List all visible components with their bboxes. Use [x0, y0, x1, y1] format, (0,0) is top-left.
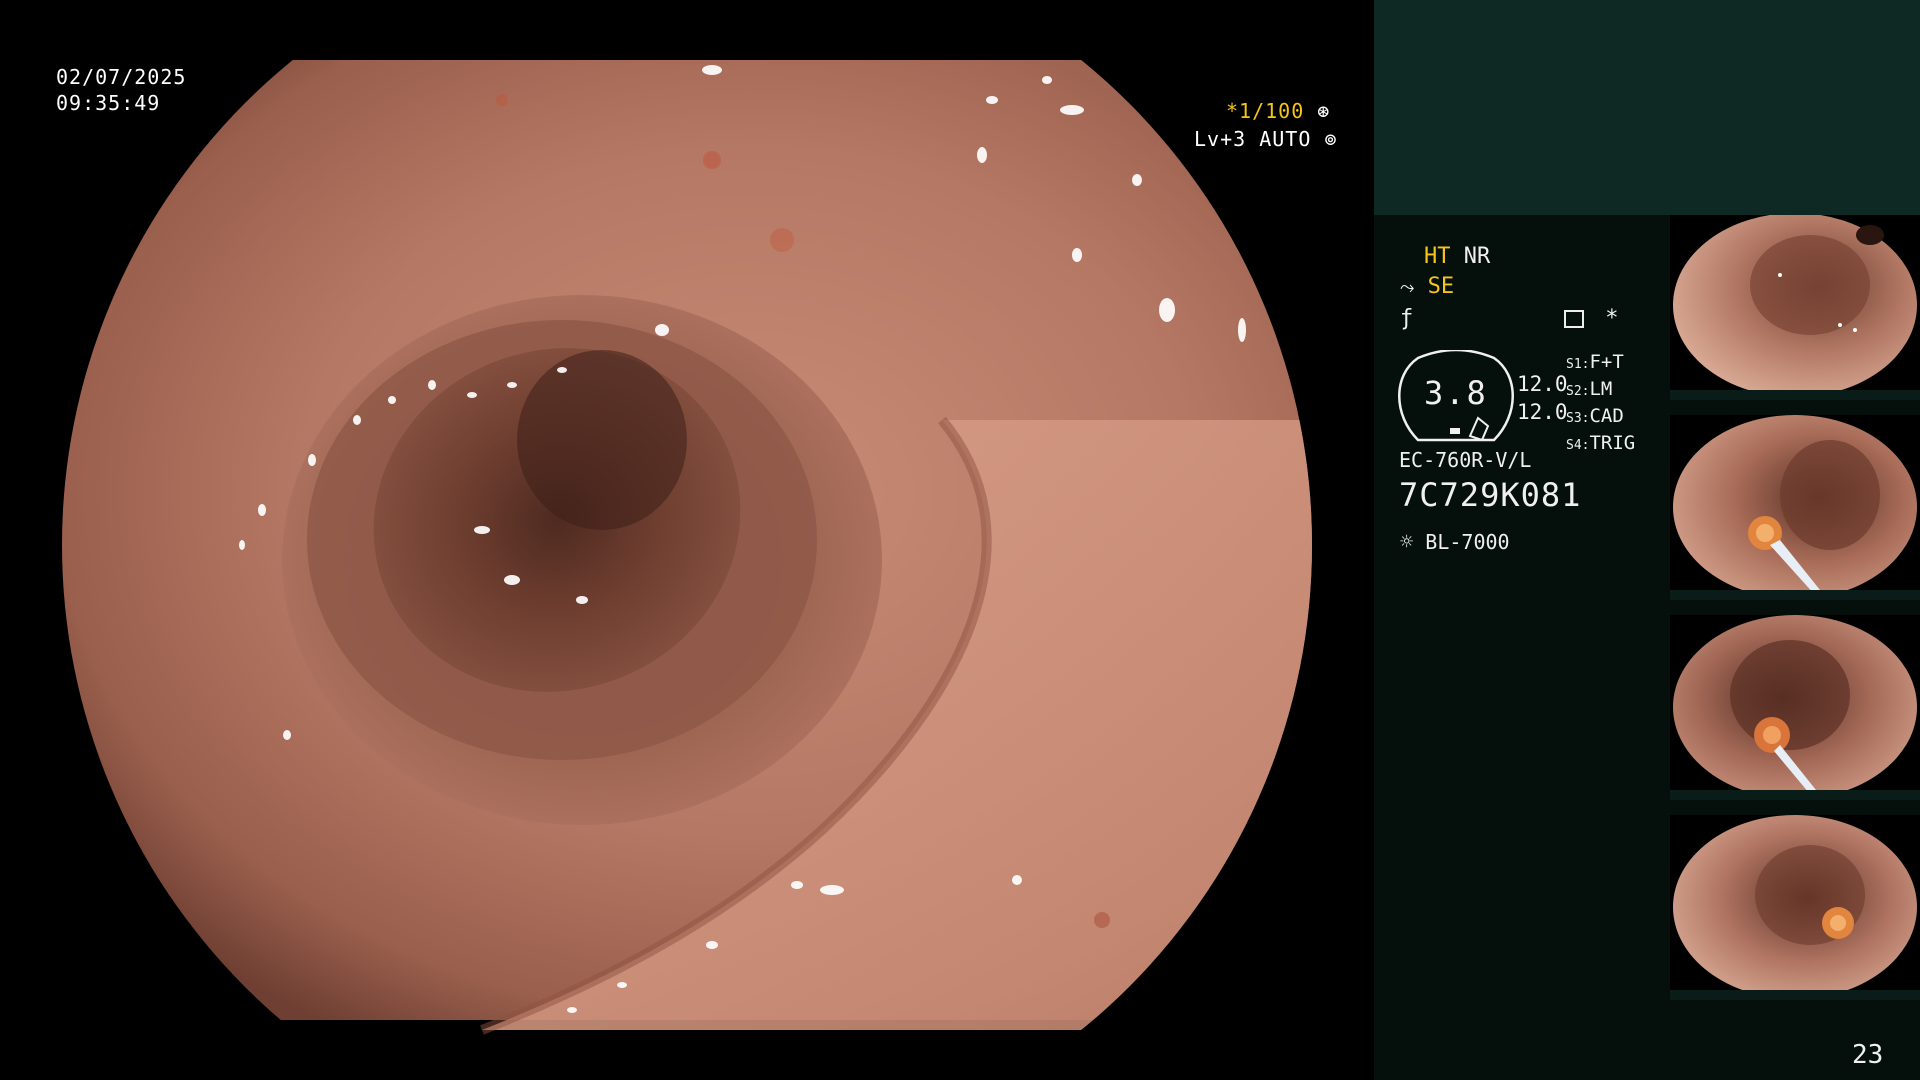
switch-value: LM	[1589, 378, 1613, 400]
aperture-icon: ⊛	[1317, 99, 1331, 123]
filter-icon: ƒ	[1400, 306, 1414, 331]
se-label: SE	[1427, 274, 1455, 299]
switch-value: CAD	[1589, 405, 1624, 427]
switch-value: F+T	[1589, 351, 1624, 373]
gauge-value: 3.8	[1424, 374, 1488, 412]
switch-s3: S3:CAD	[1566, 404, 1635, 431]
date-time: 02/07/2025 09:35:49	[56, 64, 186, 116]
switch-s4: S4:TRIG	[1566, 431, 1635, 458]
date-readout: 02/07/2025	[56, 65, 187, 89]
page-number: 23	[1852, 1040, 1884, 1070]
light-source-row: ☼ BL-7000	[1400, 530, 1510, 555]
light-source: BL-7000	[1425, 530, 1510, 554]
thumbnail-image	[1673, 215, 1917, 397]
se-row: ⤳ SE	[1400, 274, 1454, 299]
iris-icon: ⊚	[1324, 127, 1338, 151]
level-value: Lv+3	[1194, 127, 1247, 151]
scope-serial: 7C729K081	[1399, 476, 1582, 514]
endoscope-view	[62, 0, 1312, 1080]
switch-key: S4:	[1566, 438, 1590, 453]
ht-label: HT	[1424, 244, 1451, 269]
shutter-readout: *1/100 ⊛	[1226, 98, 1330, 124]
switch-s2: S2:LM	[1566, 377, 1635, 404]
star-mark: *	[1605, 306, 1619, 331]
enhance-icon: ⤳	[1400, 277, 1415, 298]
thumbnail-image	[1673, 415, 1917, 599]
switch-list: S1:F+T S2:LM S3:CAD S4:TRIG	[1566, 350, 1635, 458]
colon-image	[62, 60, 1312, 1035]
thumbnail[interactable]	[1670, 415, 1920, 600]
thumbnail[interactable]	[1670, 215, 1920, 400]
memory-icon	[1564, 310, 1584, 328]
panel-header	[1374, 0, 1920, 215]
value-b: 12.0	[1517, 400, 1568, 424]
mode-value: AUTO	[1259, 127, 1312, 151]
level-readout: Lv+3 AUTO ⊚	[1194, 126, 1337, 152]
switch-value: TRIG	[1589, 432, 1636, 454]
switch-key: S1:	[1566, 357, 1590, 372]
thumbnail[interactable]	[1670, 615, 1920, 800]
thumbnail[interactable]	[1670, 815, 1920, 1000]
lamp-icon: ☼	[1400, 530, 1414, 555]
time-readout: 09:35:49	[56, 91, 161, 115]
switch-s1: S1:F+T	[1566, 350, 1635, 377]
switch-key: S2:	[1566, 384, 1590, 399]
thumbnail-image	[1673, 815, 1917, 999]
scope-model: EC-760R-V/L	[1399, 448, 1532, 472]
thumbnail-image	[1673, 615, 1917, 799]
nr-label: NR	[1463, 244, 1491, 269]
switch-key: S3:	[1566, 411, 1590, 426]
shutter-value: *1/100	[1226, 99, 1305, 123]
value-a: 12.0	[1517, 372, 1568, 396]
record-row: *	[1564, 306, 1619, 331]
ht-nr-row: HT NR	[1424, 244, 1490, 269]
gauge-values: 12.0 12.0	[1517, 370, 1568, 426]
